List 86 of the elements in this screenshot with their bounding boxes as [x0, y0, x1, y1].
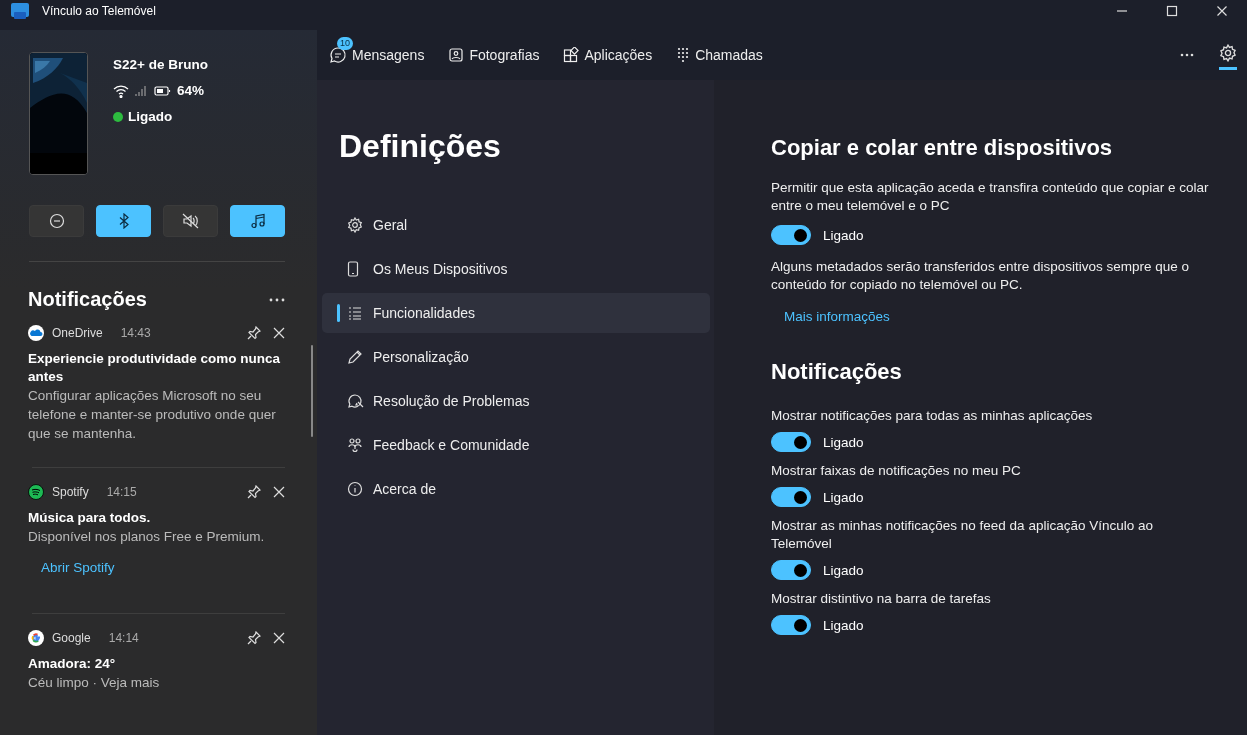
settings-menu-item[interactable]: Feedback e Comunidade — [322, 425, 710, 465]
quick-action-button[interactable] — [163, 205, 218, 237]
setting-label: Mostrar as minhas notificações no feed da aplicação Vínculo ao Telemóvel — [771, 517, 1154, 553]
g-circle-icon — [28, 630, 44, 646]
close-icon[interactable] — [273, 327, 285, 339]
more-icon — [1180, 53, 1194, 57]
settings-menu-item[interactable]: Os Meus Dispositivos — [322, 249, 710, 289]
chat-wrench-icon — [347, 393, 365, 409]
close-icon[interactable] — [1216, 5, 1228, 17]
quick-action-button[interactable] — [96, 205, 151, 237]
notification-title: Amadora: 24° — [28, 655, 117, 673]
settings-menu-item[interactable]: Resolução de Problemas — [322, 381, 710, 421]
quick-action-button[interactable] — [29, 205, 84, 237]
notification-time: 14:14 — [108, 631, 139, 645]
app-name: Google — [52, 631, 91, 645]
toggle-state: Ligado — [823, 489, 864, 505]
settings-menu-item[interactable]: Personalização — [322, 337, 710, 377]
pin-icon[interactable] — [247, 631, 261, 645]
app-window-icon — [10, 2, 30, 20]
app-grid-icon — [563, 47, 580, 63]
app-name: OneDrive — [52, 326, 103, 340]
music-note-icon — [249, 213, 266, 229]
quick-action-button[interactable] — [230, 205, 285, 237]
dial-pad-icon — [676, 47, 691, 63]
notification-title: Música para todos. — [28, 509, 152, 527]
toggle-state: Ligado — [823, 434, 864, 450]
chat-bubble-icon — [329, 46, 347, 64]
section-heading: Notificações — [771, 359, 903, 385]
notification-title: Experiencie produtividade como nunca antes — [28, 350, 282, 386]
toggle-switch[interactable] — [771, 225, 811, 245]
toggle-switch[interactable] — [771, 560, 811, 580]
toggle-switch[interactable] — [771, 487, 811, 507]
music-circle-icon — [28, 484, 44, 500]
signal-icon — [134, 84, 146, 97]
settings-menu-item[interactable]: Acerca de — [322, 469, 710, 509]
setting-label: Mostrar notificações para todas as minhas aplicações — [771, 407, 1094, 425]
window-title: Vínculo ao Telemóvel — [42, 4, 157, 18]
image-icon — [448, 47, 465, 63]
open-app-link[interactable]: Abrir Spotify — [41, 560, 115, 575]
toggle-state: Ligado — [823, 227, 864, 243]
battery-icon — [154, 84, 172, 97]
phone-icon — [347, 261, 359, 277]
more-icon[interactable] — [269, 297, 285, 302]
notification-body: Configurar aplicações Microsoft no seu telefone e manter-se produtivo onde quer que se mantenha. — [28, 387, 277, 443]
nav-tab[interactable]: Fotografias — [448, 35, 540, 75]
wifi-icon — [113, 83, 129, 98]
info-text: Alguns metadados serão transferidos entre dispositivos sempre que o conteúdo for copiado no telemóvel ou PC. — [771, 258, 1190, 294]
section-heading: Notificações — [28, 288, 147, 311]
settings-menu-item[interactable]: Geral — [322, 205, 710, 245]
cloud-icon — [28, 325, 44, 341]
toggle-state: Ligado — [823, 562, 864, 578]
setting-label: Permitir que esta aplicação aceda e transfira conteúdo que copiar e colar entre o meu telemóvel e o PC — [771, 179, 1210, 215]
nav-tab[interactable]: Aplicações — [563, 35, 653, 75]
nav-tab[interactable]: Chamadas — [676, 35, 763, 75]
count-badge: 10 — [337, 37, 353, 50]
toggle-state: Ligado — [823, 617, 864, 633]
list-icon — [347, 305, 363, 321]
toggle-switch[interactable] — [771, 615, 811, 635]
close-icon[interactable] — [273, 632, 285, 644]
notification-body: Disponível nos planos Free e Premium. — [28, 528, 266, 546]
notification-time: 14:15 — [106, 485, 137, 499]
info-icon — [347, 481, 363, 497]
notification-time: 14:43 — [120, 326, 151, 340]
setting-label: Mostrar faixas de notificações no meu PC — [771, 462, 1022, 480]
maximize-icon[interactable] — [1166, 5, 1178, 17]
pin-icon[interactable] — [247, 326, 261, 340]
people-icon — [347, 437, 363, 453]
page-title: Definições — [339, 128, 502, 165]
more-info-link[interactable]: Mais informações — [784, 309, 890, 324]
settings-menu-item[interactable]: Funcionalidades — [322, 293, 710, 333]
setting-label: Mostrar distintivo na barra de tarefas — [771, 590, 992, 608]
notification-body: Céu limpo · Veja mais — [28, 674, 161, 692]
connection-status: Ligado — [128, 109, 173, 124]
pin-icon[interactable] — [247, 485, 261, 499]
nav-tab[interactable]: 10 Mensagens — [329, 35, 425, 75]
speaker-muted-icon — [181, 213, 200, 229]
close-icon[interactable] — [273, 486, 285, 498]
section-heading: Copiar e colar entre dispositivos — [771, 135, 1114, 161]
pen-icon — [347, 349, 363, 365]
battery-level: 64% — [177, 83, 205, 98]
device-name: S22+ de Bruno — [113, 57, 208, 72]
bluetooth-icon — [117, 213, 130, 229]
toggle-switch[interactable] — [771, 432, 811, 452]
minus-circle-icon — [48, 213, 65, 229]
app-name: Spotify — [52, 485, 89, 499]
settings-icon — [347, 217, 363, 233]
